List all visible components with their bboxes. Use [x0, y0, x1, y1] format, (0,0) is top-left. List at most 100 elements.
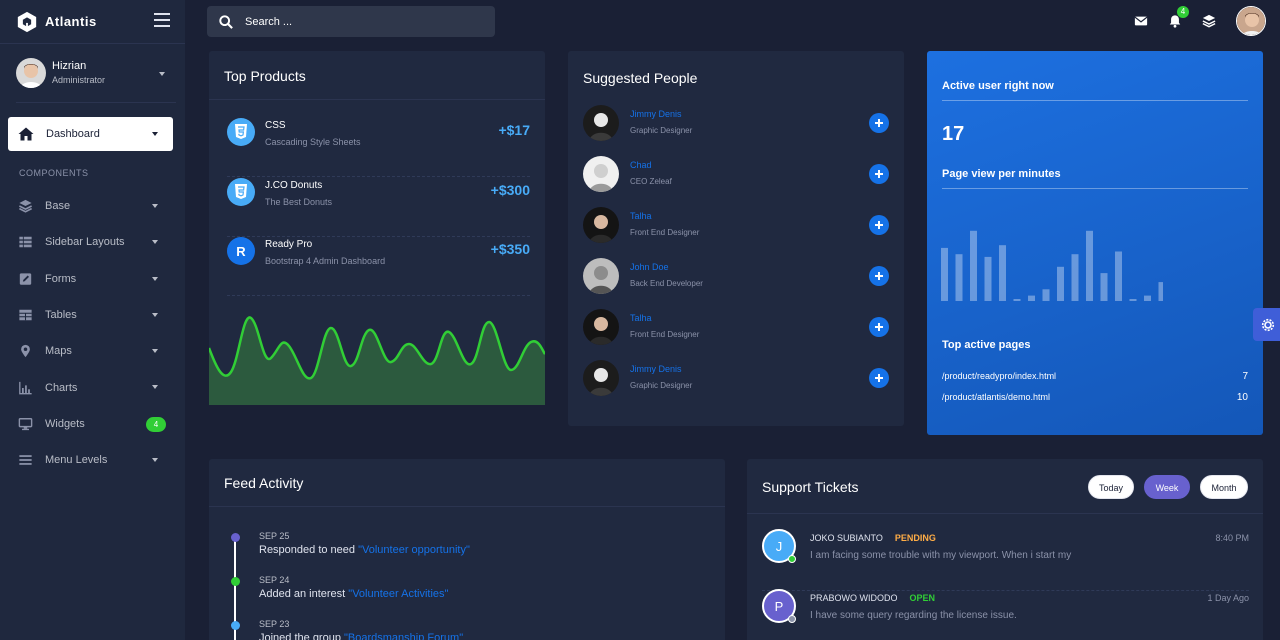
feed-item: SEP 25 Responded to need "Volunteer oppo… [259, 531, 679, 556]
add-person-button[interactable] [869, 368, 889, 388]
home-icon [18, 127, 34, 141]
ticket-item[interactable]: P PRABOWO WIDODO OPEN I have some query r… [762, 589, 1249, 640]
envelope-icon[interactable] [1134, 14, 1148, 28]
sidebar-item-forms[interactable]: Forms [0, 261, 185, 297]
search-icon[interactable] [219, 14, 233, 29]
page-count: 10 [1236, 392, 1248, 403]
person-role: Graphic Designer [630, 381, 693, 390]
logo-header: Atlantis [0, 0, 185, 44]
feed-date: SEP 23 [259, 619, 290, 629]
feed-text: Responded to need "Volunteer opportunity… [259, 544, 470, 556]
layers-icon [19, 200, 32, 213]
theme-settings-button[interactable] [1253, 308, 1280, 341]
person-item: Jimmy Denis Graphic Designer [583, 360, 889, 411]
filter-week-button[interactable]: Week [1144, 475, 1190, 499]
divider [942, 188, 1248, 189]
person-role: Graphic Designer [630, 126, 693, 135]
page-view-bar [1013, 299, 1021, 301]
filter-month-button[interactable]: Month [1200, 475, 1248, 499]
add-person-button[interactable] [869, 317, 889, 337]
sidebar-item-label: Menu Levels [45, 454, 108, 467]
chevron-down-icon [152, 132, 158, 136]
avatar [1237, 7, 1265, 35]
bars-icon [19, 455, 32, 466]
filter-today-button[interactable]: Today [1088, 475, 1134, 499]
ticket-message: I am facing some trouble with my viewpor… [810, 550, 1072, 561]
top-navbar: 4 [185, 0, 1280, 44]
timeline-dot [231, 577, 240, 586]
feed-activity-card: Feed Activity SEP 25 Responded to need "… [209, 459, 725, 640]
feed-date: SEP 25 [259, 531, 290, 541]
ticket-item[interactable]: J JOKO SUBIANTO PENDING I am facing some … [762, 529, 1249, 591]
chevron-down-icon[interactable] [159, 72, 165, 76]
feed-link[interactable]: "Boardsmanship Forum" [344, 632, 463, 640]
menu-toggle-button[interactable] [154, 13, 170, 27]
page-view-bar [984, 256, 992, 301]
page-view-bar [1158, 282, 1163, 301]
page-view-label: Page view per minutes [942, 168, 1061, 180]
person-name[interactable]: Jimmy Denis [630, 364, 682, 374]
online-status-dot [788, 555, 796, 563]
sidebar-item-tables[interactable]: Tables [0, 297, 185, 333]
product-desc: The Best Donuts [265, 197, 333, 207]
chevron-down-icon [152, 385, 158, 390]
search-input[interactable] [245, 15, 465, 28]
sidebar-item-sidebar-layouts[interactable]: Sidebar Layouts [0, 224, 185, 260]
active-users-title: Active user right now [942, 80, 1054, 92]
person-name[interactable]: Talha [630, 313, 652, 323]
add-person-button[interactable] [869, 266, 889, 286]
chevron-down-icon [152, 204, 158, 208]
ticket-name: PRABOWO WIDODO [810, 593, 898, 603]
person-name[interactable]: Talha [630, 211, 652, 221]
product-item: CSS Cascading Style Sheets +$17 [227, 118, 530, 177]
sidebar-item-label: Widgets [45, 417, 85, 430]
sidebar-item-menu-levels[interactable]: Menu Levels [0, 442, 185, 478]
ticket-status-badge: OPEN [909, 593, 936, 603]
product-name: CSS [265, 120, 286, 131]
sidebar-item-maps[interactable]: Maps [0, 333, 185, 369]
chevron-down-icon [152, 240, 158, 245]
page-view-bar [970, 230, 977, 301]
sidebar-item-widgets[interactable]: Widgets 4 [0, 406, 185, 442]
card-title: Support Tickets [762, 479, 859, 495]
feed-link[interactable]: "Volunteer Activities" [348, 588, 448, 600]
feed-text: Joined the group "Boardsmanship Forum" [259, 632, 679, 640]
feed-link[interactable]: "Volunteer opportunity" [358, 544, 470, 556]
bar-chart-icon [19, 381, 32, 394]
product-price: +$300 [490, 182, 530, 198]
page-path[interactable]: /product/atlantis/demo.html [942, 392, 1050, 402]
timeline-dot [231, 621, 240, 630]
sidebar-item-dashboard[interactable]: Dashboard [8, 117, 173, 151]
sidebar-item-charts[interactable]: Charts [0, 369, 185, 405]
table-icon [19, 309, 32, 321]
notification-button[interactable]: 4 [1168, 6, 1189, 28]
person-role: CEO Zeleaf [630, 177, 672, 186]
person-name[interactable]: John Doe [630, 262, 669, 272]
layers-icon[interactable] [1202, 14, 1216, 28]
avatar [583, 309, 619, 345]
sidebar-section-title: COMPONENTS [19, 168, 89, 178]
product-name: J.CO Donuts [265, 180, 323, 191]
add-person-button[interactable] [869, 113, 889, 133]
page-path[interactable]: /product/readypro/index.html [942, 371, 1056, 381]
user-profile[interactable]: Hizrian Administrator [16, 58, 176, 103]
hamburger-line [154, 25, 170, 27]
brand-name: Atlantis [45, 14, 97, 29]
add-person-button[interactable] [869, 215, 889, 235]
divider [209, 99, 545, 100]
person-name[interactable]: Chad [630, 160, 652, 170]
nav-icons: 4 [1134, 6, 1266, 36]
sidebar-item-base[interactable]: Base [0, 188, 185, 224]
sidebar-nav: Base Sidebar Layouts Forms Tables Maps C… [0, 188, 185, 478]
add-person-button[interactable] [869, 164, 889, 184]
person-item: Chad CEO Zeleaf [583, 156, 889, 207]
sidebar-item-label: Maps [45, 345, 72, 358]
person-name[interactable]: Jimmy Denis [630, 109, 682, 119]
map-marker-icon [21, 345, 30, 358]
top-pages-label: Top active pages [942, 339, 1031, 351]
page-view-bar [1057, 266, 1064, 301]
card-title: Feed Activity [224, 475, 304, 491]
divider [747, 513, 1263, 514]
divider [209, 506, 725, 507]
profile-avatar-button[interactable] [1236, 6, 1266, 36]
